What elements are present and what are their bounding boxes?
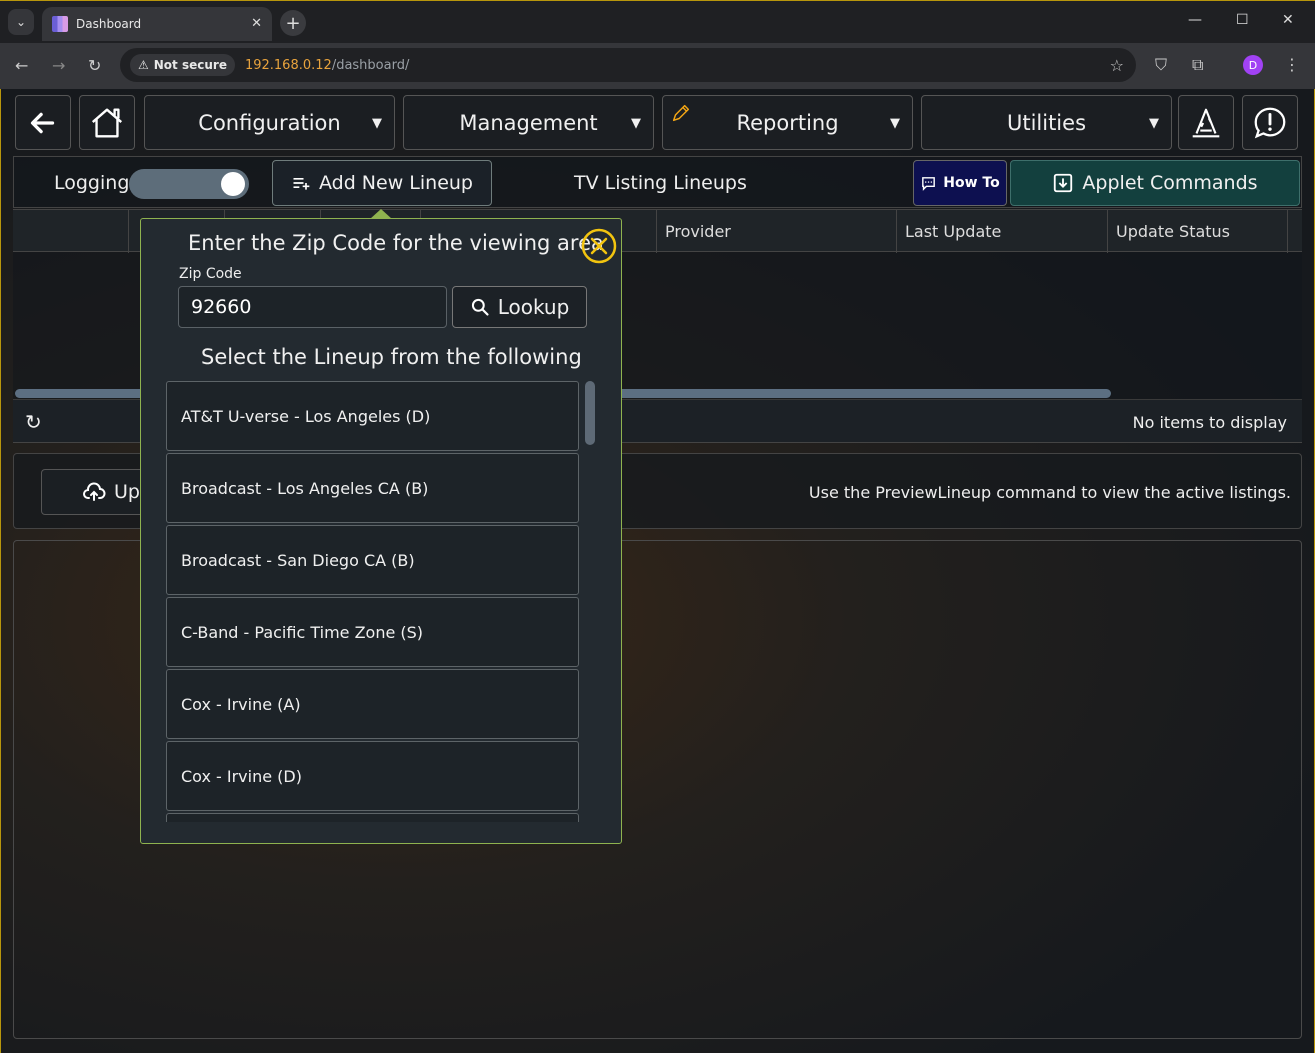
reload-icon[interactable]: ↻ — [88, 56, 101, 75]
refresh-icon[interactable]: ↻ — [25, 410, 42, 434]
lineups-toolbar: Logging Add New Lineup TV Listing Lineup… — [13, 156, 1302, 208]
applet-commands-button[interactable]: Applet Commands — [1010, 160, 1300, 206]
list-item[interactable]: Cox - Irvine (D) — [166, 741, 579, 811]
configuration-menu[interactable]: Configuration ▼ — [144, 95, 395, 150]
list-item[interactable]: AT&T U-verse - Los Angeles (D) — [166, 381, 579, 451]
security-chip[interactable]: ⚠ Not secure — [130, 54, 235, 76]
warning-icon: ⚠ — [138, 58, 149, 72]
tab-search-button[interactable]: ⌄ — [8, 9, 34, 35]
back-icon[interactable]: ← — [15, 56, 28, 75]
add-new-lineup-label: Add New Lineup — [318, 172, 473, 194]
caret-down-icon: ▼ — [1149, 116, 1159, 131]
management-menu[interactable]: Management ▼ — [403, 95, 654, 150]
search-icon — [471, 298, 489, 316]
url-host: 192.168.0.12 — [244, 57, 332, 73]
utilities-label: Utilities — [1006, 110, 1087, 135]
caret-down-icon: ▼ — [890, 116, 900, 131]
empty-message: No items to display — [1132, 413, 1287, 432]
utilities-menu[interactable]: Utilities ▼ — [921, 95, 1172, 150]
pencil-icon — [672, 104, 690, 122]
app-page: Configuration ▼ Management ▼ Reporting ▼… — [0, 89, 1315, 1053]
list-item[interactable]: Broadcast - Los Angeles CA (B) — [166, 453, 579, 523]
lookup-button[interactable]: Lookup — [452, 286, 587, 328]
address-bar[interactable]: ⚠ Not secure 192.168.0.12/dashboard/ ☆ — [120, 48, 1136, 82]
browser-tab[interactable]: Dashboard ✕ — [42, 7, 272, 41]
chat-icon — [922, 176, 936, 191]
caret-down-icon: ▼ — [372, 116, 382, 131]
bookmark-star-icon[interactable]: ☆ — [1110, 56, 1124, 75]
home-icon — [91, 108, 123, 137]
playlist-add-icon — [293, 178, 310, 190]
new-tab-button[interactable]: + — [280, 10, 306, 36]
how-to-label: How To — [943, 175, 1000, 191]
popover-title: Enter the Zip Code for the viewing area — [188, 231, 604, 255]
preview-hint: Use the PreviewLineup command to view th… — [808, 483, 1291, 502]
profile-avatar[interactable]: D — [1243, 55, 1263, 75]
minimize-icon[interactable]: — — [1188, 12, 1202, 28]
list-item[interactable]: Cox - Irvine (A) — [166, 669, 579, 739]
list-item[interactable]: C-Band - Pacific Time Zone (S) — [166, 597, 579, 667]
column-header-last-update[interactable]: Last Update — [896, 210, 1107, 253]
how-to-button[interactable]: How To — [913, 160, 1007, 206]
download-box-icon — [1054, 173, 1073, 193]
page-title: TV Listing Lineups — [574, 172, 747, 194]
url-text: 192.168.0.12/dashboard/ — [245, 58, 409, 73]
add-new-lineup-button[interactable]: Add New Lineup — [272, 160, 492, 206]
close-circle-icon[interactable] — [581, 228, 617, 264]
wizard-button[interactable] — [1178, 95, 1234, 150]
lineup-list-scrollbar[interactable] — [585, 381, 595, 445]
reporting-menu[interactable]: Reporting ▼ — [662, 95, 913, 150]
popover-arrow — [370, 209, 392, 219]
browser-toolbar: ← → ↻ ⚠ Not secure 192.168.0.12/dashboar… — [0, 43, 1315, 89]
maximize-icon[interactable]: ☐ — [1236, 12, 1249, 28]
list-item[interactable] — [166, 813, 579, 822]
kebab-menu-icon[interactable]: ⋮ — [1284, 55, 1300, 74]
add-lineup-popover: Enter the Zip Code for the viewing area … — [140, 209, 622, 844]
zip-code-input[interactable] — [178, 286, 447, 328]
security-label: Not secure — [153, 58, 227, 72]
favicon-icon — [52, 16, 68, 32]
forward-icon[interactable]: → — [52, 56, 65, 75]
home-button[interactable] — [79, 95, 135, 150]
zip-code-label: Zip Code — [179, 266, 242, 282]
list-item[interactable]: Broadcast - San Diego CA (B) — [166, 525, 579, 595]
close-window-icon[interactable]: ✕ — [1282, 12, 1294, 28]
select-lineup-title: Select the Lineup from the following — [201, 345, 582, 369]
column-header-provider[interactable]: Provider — [656, 210, 896, 253]
back-button[interactable] — [15, 95, 71, 150]
applet-commands-label: Applet Commands — [1082, 172, 1258, 194]
lineup-list: AT&T U-verse - Los Angeles (D) Broadcast… — [166, 381, 581, 822]
url-path: /dashboard/ — [331, 57, 410, 73]
logging-label: Logging — [54, 172, 130, 194]
wizard-hat-icon — [1192, 108, 1220, 137]
arrow-left-icon — [30, 112, 55, 133]
logging-toggle[interactable] — [129, 169, 249, 199]
browser-tabstrip: ⌄ Dashboard ✕ + — ☐ ✕ — [0, 0, 1315, 43]
cloud-upload-icon — [83, 482, 106, 501]
upload-label: Up — [114, 481, 140, 503]
feedback-button[interactable] — [1242, 95, 1298, 150]
caret-down-icon: ▼ — [631, 116, 641, 131]
chevron-down-icon: ⌄ — [15, 15, 27, 29]
management-label: Management — [459, 110, 598, 135]
column-header-update-status[interactable]: Update Status — [1107, 210, 1288, 253]
configuration-label: Configuration — [198, 110, 341, 135]
tab-title: Dashboard — [76, 17, 142, 31]
puzzle-extensions-icon[interactable]: ⧉ — [1192, 55, 1203, 75]
lookup-label: Lookup — [497, 295, 570, 319]
shield-extension-icon[interactable]: ⛉ — [1155, 55, 1167, 75]
tab-close-icon[interactable]: ✕ — [251, 16, 262, 31]
toggle-knob — [221, 172, 245, 196]
reporting-label: Reporting — [736, 110, 839, 135]
alert-chat-icon — [1254, 107, 1286, 138]
